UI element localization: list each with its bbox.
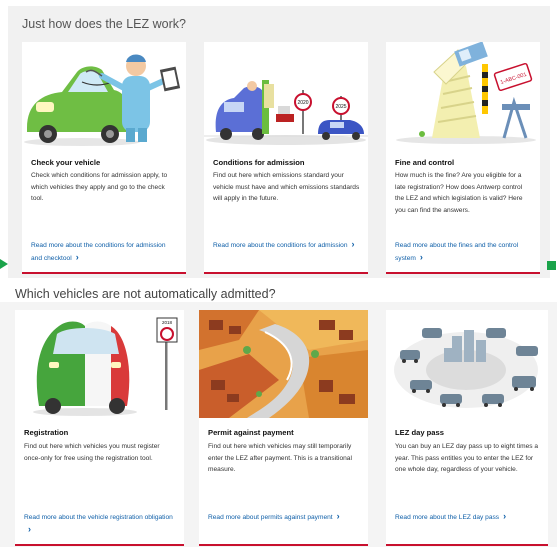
card-description: Find out here which vehicles you must re… — [24, 443, 160, 462]
card-fine-and-control[interactable]: 1-ABC-001 Fine and control How much is t… — [386, 42, 540, 274]
italian-car-illustration: 2018 — [15, 310, 184, 418]
camera-papers-illustration: 1-ABC-001 — [386, 42, 540, 146]
card-description: Find out here which vehicles may still t… — [208, 443, 352, 474]
city-blocks-illustration — [199, 310, 368, 418]
card-link-text[interactable]: Read more about the conditions for admis… — [213, 242, 348, 249]
chevron-right-icon: › — [351, 239, 355, 249]
card-link[interactable]: Read more about the vehicle registration… — [24, 512, 176, 537]
section-heading-vehicles: Which vehicles are not automatically adm… — [15, 287, 276, 301]
card-description: Find out here which emissions standard y… — [213, 172, 360, 203]
card-title: Permit against payment — [208, 428, 294, 437]
card-link-text[interactable]: Read more about permits against payment — [208, 514, 333, 521]
card-link[interactable]: Read more about the conditions for admis… — [213, 240, 360, 253]
card-link[interactable]: Read more about the fines and the contro… — [395, 240, 532, 265]
vehicles-circle-illustration — [386, 310, 548, 418]
card-registration[interactable]: 2018 Registration Find out here which ve… — [15, 310, 184, 546]
card-check-your-vehicle[interactable]: Check your vehicle Check which condition… — [22, 42, 186, 274]
card-title: LEZ day pass — [395, 428, 444, 437]
sign-2020-text: 2020 — [297, 100, 308, 106]
sign-2025-text: 2025 — [335, 104, 346, 110]
card-link-text[interactable]: Read more about the vehicle registration… — [24, 514, 173, 521]
chevron-right-icon: › — [419, 251, 423, 262]
card-description: Check which conditions for admission app… — [31, 172, 168, 203]
card-lez-day-pass[interactable]: LEZ day pass You can buy an LEZ day pass… — [386, 310, 548, 546]
card-title: Check your vehicle — [31, 158, 101, 167]
chevron-right-icon: › — [28, 523, 31, 534]
card-link-text[interactable]: Read more about the LEZ day pass — [395, 514, 499, 521]
chevron-right-icon: › — [75, 251, 79, 262]
card-description: How much is the fine? Are you eligible f… — [395, 172, 523, 214]
card-description: You can buy an LEZ day pass up to eight … — [395, 443, 539, 474]
card-link[interactable]: Read more about the conditions for admis… — [31, 240, 178, 265]
sign-2018-text: 2018 — [162, 320, 173, 325]
green-arrow-indicator — [0, 259, 8, 269]
section-heading-lez-work: Just how does the LEZ work? — [22, 17, 186, 31]
card-link[interactable]: Read more about permits against payment › — [208, 512, 360, 525]
emission-signs-illustration: 2020 2025 — [204, 42, 368, 146]
card-title: Conditions for admission — [213, 158, 305, 167]
card-link-text[interactable]: Read more about the fines and the contro… — [395, 242, 518, 262]
card-link[interactable]: Read more about the LEZ day pass › — [395, 512, 540, 525]
chevron-right-icon: › — [503, 511, 507, 521]
card-title: Fine and control — [395, 158, 455, 167]
card-permit-against-payment[interactable]: Permit against payment Find out here whi… — [199, 310, 368, 546]
card-link-text[interactable]: Read more about the conditions for admis… — [31, 242, 166, 262]
mechanic-illustration — [22, 42, 186, 146]
green-square-indicator — [547, 261, 556, 270]
chevron-right-icon: › — [336, 511, 340, 521]
card-title: Registration — [24, 428, 69, 437]
card-conditions-for-admission[interactable]: 2020 2025 Conditions for admission Find … — [204, 42, 368, 274]
